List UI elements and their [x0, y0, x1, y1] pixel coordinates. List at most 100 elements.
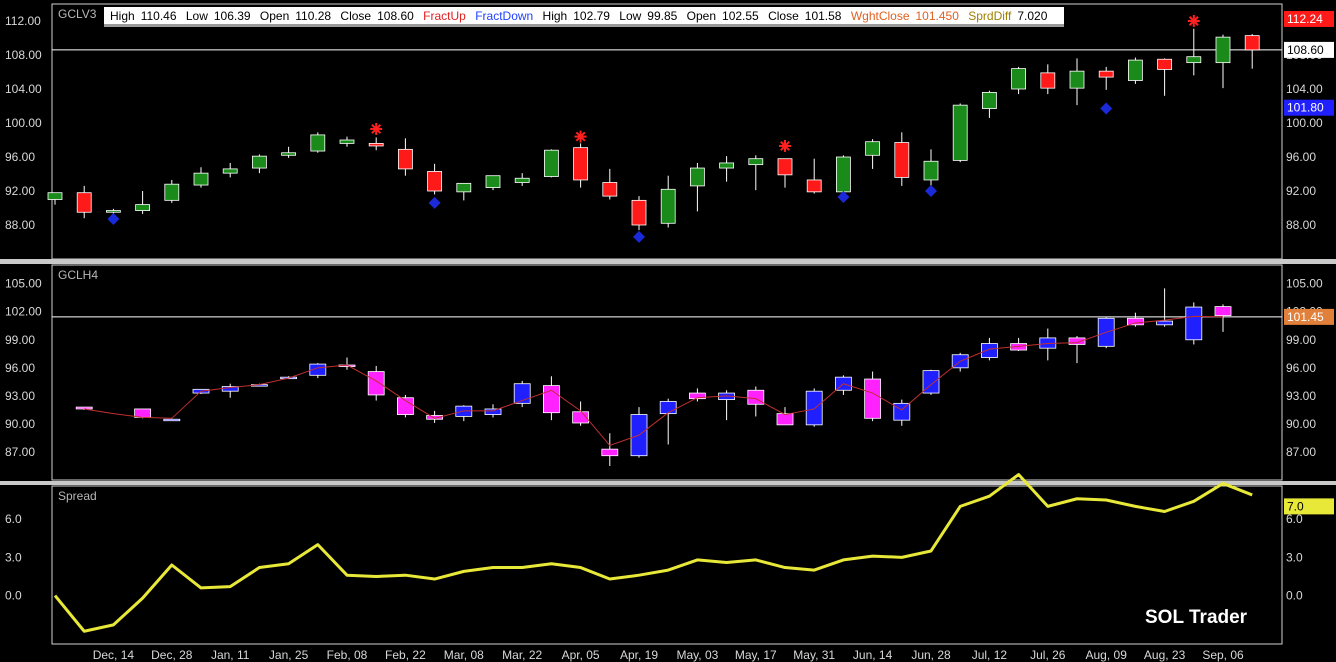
y-tick-label-left: 87.00: [5, 445, 35, 459]
candle: [368, 137, 384, 151]
y-tick-label: 104.00: [1286, 82, 1323, 96]
candle-body: [134, 408, 152, 418]
candle: [47, 192, 63, 205]
candle-body: [193, 172, 209, 186]
candle: [164, 179, 180, 203]
y-tick-label: 96.00: [1286, 361, 1316, 375]
price-badge-label: 108.60: [1287, 43, 1324, 57]
candle-body: [1214, 306, 1232, 317]
pane-frame: [51, 264, 1283, 481]
fractal-up-marker: [370, 122, 383, 135]
candle: [1098, 66, 1114, 90]
candle: [776, 407, 794, 426]
x-tick-label: Jul, 26: [1030, 648, 1066, 662]
candle-body: [1156, 320, 1173, 326]
pane-separator: [0, 259, 1336, 264]
y-tick-label-left: 96.00: [5, 150, 35, 164]
x-tick-label: Dec, 28: [151, 648, 193, 662]
y-tick-label: 90.00: [1286, 417, 1316, 431]
fractal-down-marker: [633, 230, 645, 243]
x-tick-label: Jun, 28: [911, 648, 951, 662]
price-badge-label: 7.0: [1287, 499, 1304, 513]
fractal-up-marker: [574, 130, 587, 143]
candle-body: [865, 141, 880, 156]
candle-body: [659, 401, 677, 415]
candle: [544, 149, 559, 178]
candle: [1186, 28, 1202, 76]
fractal-up-marker: [1187, 15, 1200, 27]
candle-body: [427, 171, 443, 192]
candle-body: [544, 149, 559, 177]
candle-body: [222, 168, 238, 174]
candle: [76, 185, 92, 219]
fractal-down-marker: [925, 185, 937, 197]
x-tick-label: Sep, 06: [1202, 648, 1244, 662]
candle: [485, 175, 501, 191]
candle: [748, 155, 764, 191]
candle: [1215, 34, 1231, 89]
candle-body: [690, 167, 705, 187]
candle-body: [864, 378, 881, 419]
y-tick-label: 0.0: [1286, 589, 1303, 603]
candle: [396, 394, 414, 418]
x-tick-label: Jan, 11: [211, 648, 250, 662]
candle-body: [1098, 70, 1114, 78]
candle: [660, 175, 676, 228]
y-tick-label: 87.00: [1286, 445, 1316, 459]
x-tick-label: Feb, 22: [385, 648, 426, 662]
candle: [572, 401, 589, 426]
candle: [455, 405, 473, 422]
candle: [456, 182, 472, 201]
pane-frame: [51, 485, 1283, 645]
candle: [1069, 58, 1085, 106]
y-tick-label: 99.00: [1286, 333, 1316, 347]
candle: [513, 380, 531, 408]
candle: [1185, 302, 1203, 345]
y-tick-label-left: 92.00: [5, 184, 35, 198]
candle-body: [631, 199, 647, 226]
pane-title: GCLH4: [58, 268, 98, 282]
candle-body: [76, 192, 92, 213]
y-tick-label: 3.0: [1286, 550, 1303, 564]
pane-separator: [0, 481, 1336, 485]
y-tick-label-left: 90.00: [5, 417, 35, 431]
candle: [135, 191, 151, 214]
candle-body: [1011, 68, 1026, 90]
candle: [690, 162, 705, 212]
candle: [719, 156, 734, 182]
price-badge-label: 112.24: [1287, 12, 1323, 26]
candle: [836, 155, 851, 195]
y-tick-label-left: 0.0: [5, 589, 22, 603]
x-tick-label: Apr, 19: [620, 648, 658, 662]
y-tick-label-left: 88.00: [5, 218, 35, 232]
candle: [952, 103, 968, 163]
candle-body: [1068, 337, 1086, 345]
x-tick-label: Mar, 08: [444, 648, 484, 662]
candle-body: [893, 402, 911, 421]
price-badge-label: 101.80: [1287, 101, 1324, 115]
candle-body: [836, 156, 851, 193]
candle-body: [982, 92, 997, 109]
y-tick-label-left: 96.00: [5, 361, 35, 375]
candle-body: [748, 158, 764, 166]
candle: [630, 407, 648, 458]
candle: [982, 90, 997, 118]
candle-body: [573, 147, 588, 181]
candle-body: [1215, 36, 1231, 64]
y-tick-label-left: 104.00: [5, 82, 42, 96]
x-tick-label: May, 03: [677, 648, 719, 662]
candle: [631, 196, 647, 231]
candle: [222, 162, 238, 178]
candle: [893, 399, 911, 426]
pane-title: GCLV3: [58, 7, 97, 21]
candle-body: [602, 182, 618, 197]
y-tick-label-left: 105.00: [5, 277, 42, 291]
candle: [1214, 304, 1232, 332]
candle: [1010, 337, 1027, 351]
candle-body: [805, 390, 823, 426]
candle: [514, 173, 530, 186]
candle-body: [339, 139, 355, 144]
candle: [951, 352, 969, 372]
candle-body: [776, 413, 794, 426]
candle: [865, 139, 880, 169]
